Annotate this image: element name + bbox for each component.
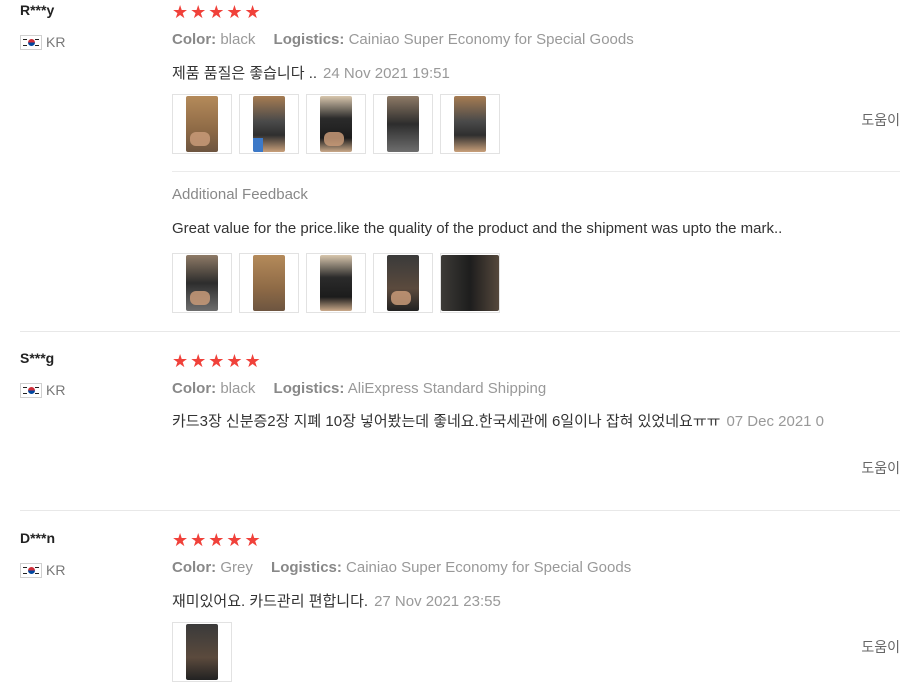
logistics-label: Logistics: [273, 31, 345, 48]
logistics-value: Cainiao Super Economy for Special Goods [346, 559, 632, 576]
review-date: 24 Nov 2021 19:51 [323, 65, 450, 82]
review-text: 제품 품질은 좋습니다 .. [172, 65, 318, 82]
reviewer-name: S***g [20, 350, 55, 366]
korea-flag-icon [20, 34, 42, 50]
color-value: black [220, 31, 256, 48]
helpful-button[interactable]: 도움이 [861, 458, 900, 478]
color-value: black [220, 380, 256, 397]
review-photo[interactable] [373, 94, 433, 154]
review-photo[interactable] [239, 94, 299, 154]
review-meta: Color: Grey Logistics: Cainiao Super Eco… [172, 559, 631, 576]
divider [20, 510, 900, 511]
reviewer-country: KR [20, 562, 65, 578]
star-rating: ★★★★★ [172, 351, 263, 371]
review-photo[interactable] [172, 622, 232, 682]
review-photo[interactable] [306, 253, 366, 313]
review-text-row: 카드3장 신분증2장 지폐 10장 넣어봤는데 좋네요.한국세관에 6일이나 잡… [172, 410, 900, 431]
country-code: KR [46, 382, 66, 398]
color-label: Color: [172, 31, 217, 48]
review-text: 재미있어요. 카드관리 편합니다. [172, 593, 369, 610]
color-label: Color: [172, 559, 217, 576]
helpful-button[interactable]: 도움이 [861, 110, 900, 130]
review-photos [172, 622, 232, 682]
review-date: 07 Dec 2021 0 [726, 413, 825, 430]
color-value: Grey [220, 559, 253, 576]
review-text-row: 제품 품질은 좋습니다 .. 24 Nov 2021 19:51 [172, 62, 450, 83]
divider [172, 171, 900, 172]
reviewer-country: KR [20, 34, 65, 50]
country-code: KR [46, 562, 66, 578]
divider [20, 331, 900, 332]
review-date: 27 Nov 2021 23:55 [374, 593, 501, 610]
country-code: KR [46, 34, 66, 50]
logistics-label: Logistics: [273, 380, 345, 397]
reviewer-name: D***n [20, 530, 56, 546]
review-photo[interactable] [172, 253, 232, 313]
review-text-row: 재미있어요. 카드관리 편합니다. 27 Nov 2021 23:55 [172, 590, 501, 611]
review-meta: Color: black Logistics: Cainiao Super Ec… [172, 31, 634, 48]
additional-feedback-text: Great value for the price.like the quali… [172, 220, 783, 237]
korea-flag-icon [20, 562, 42, 578]
logistics-value: Cainiao Super Economy for Special Goods [348, 31, 634, 48]
reviewer-name: R***y [20, 2, 55, 18]
review-photo[interactable] [239, 253, 299, 313]
additional-photos [172, 253, 500, 313]
korea-flag-icon [20, 382, 42, 398]
additional-feedback-label: Additional Feedback [172, 186, 308, 203]
logistics-value: AliExpress Standard Shipping [347, 380, 547, 397]
review-text: 카드3장 신분증2장 지폐 10장 넣어봤는데 좋네요.한국세관에 6일이나 잡… [172, 413, 721, 430]
color-label: Color: [172, 380, 217, 397]
review-photo[interactable] [373, 253, 433, 313]
star-rating: ★★★★★ [172, 530, 263, 550]
logistics-label: Logistics: [271, 559, 342, 576]
reviewer-country: KR [20, 382, 65, 398]
review-photo[interactable] [440, 253, 500, 313]
review-photo[interactable] [306, 94, 366, 154]
star-rating: ★★★★★ [172, 2, 263, 22]
review-photos [172, 94, 500, 154]
review-meta: Color: black Logistics: AliExpress Stand… [172, 380, 546, 397]
helpful-button[interactable]: 도움이 [861, 637, 900, 657]
review-photo[interactable] [172, 94, 232, 154]
review-photo[interactable] [440, 94, 500, 154]
